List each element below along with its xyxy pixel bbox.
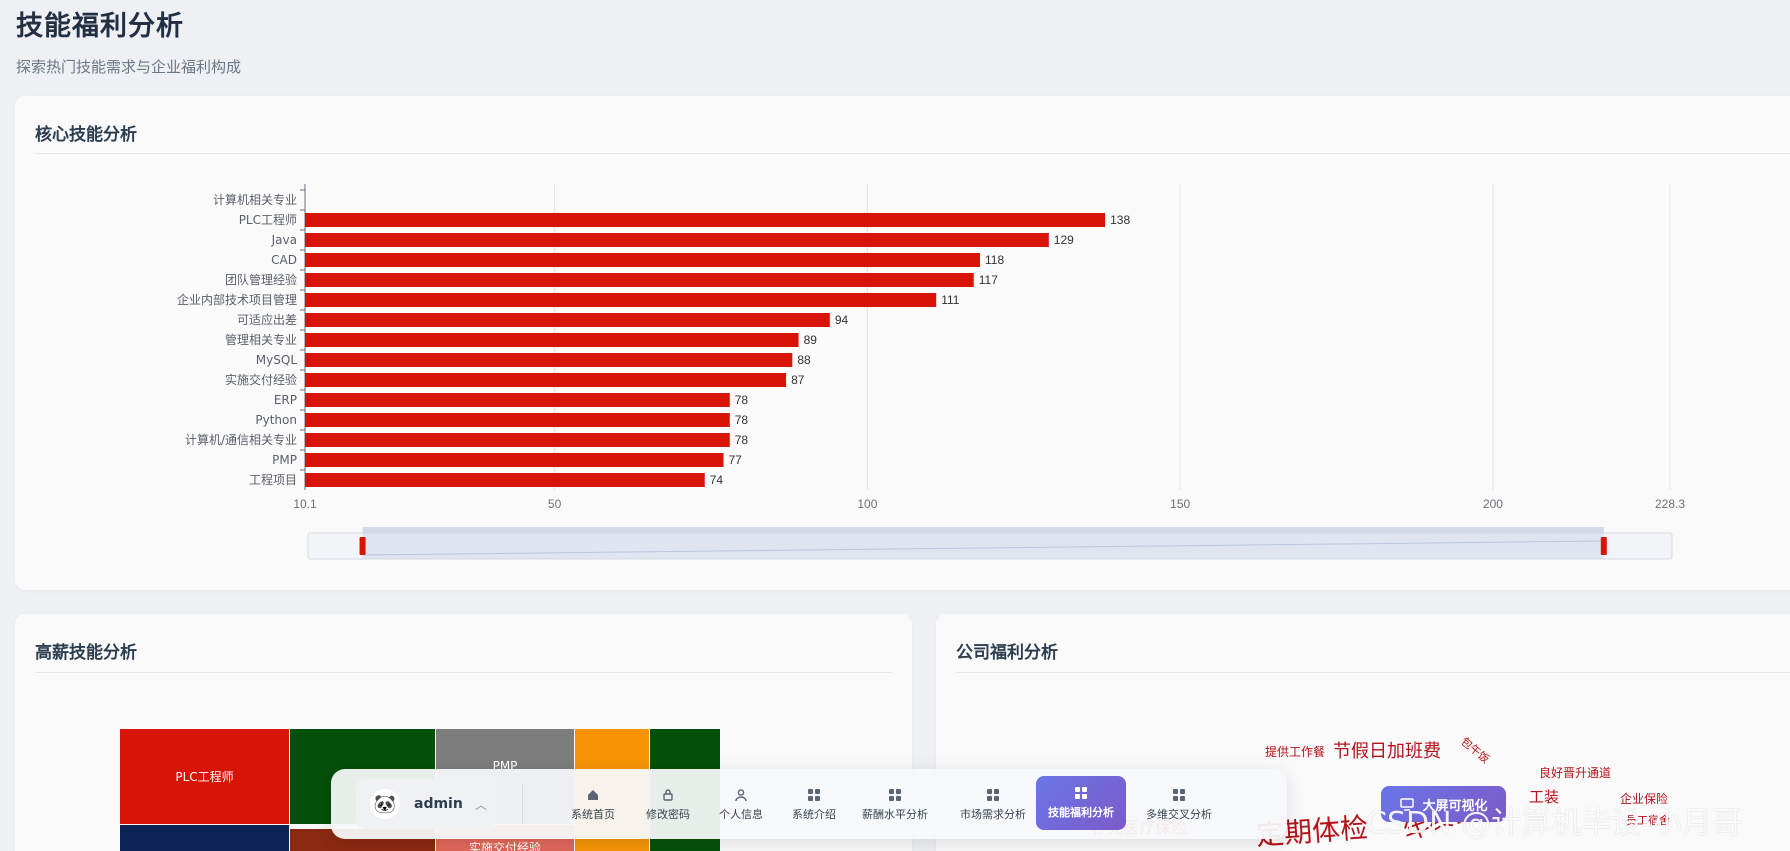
- bar-data-label: 89: [804, 333, 818, 347]
- grid-icon: [1173, 789, 1185, 801]
- bar-data-label: 117: [979, 273, 998, 287]
- nav-item-1[interactable]: 系统首页: [559, 781, 627, 829]
- bar: [305, 253, 980, 267]
- bar-data-label: 78: [735, 413, 749, 427]
- grid-icon: [1075, 787, 1087, 799]
- nav-item-label: 系统介绍: [792, 808, 836, 821]
- nav-item-8[interactable]: 多维交叉分析: [1134, 781, 1224, 829]
- bar: [305, 293, 937, 307]
- nav-item-label: 多维交叉分析: [1146, 808, 1212, 821]
- bar-data-label: 88: [797, 353, 811, 367]
- y-tick-label: 工程项目: [249, 472, 297, 487]
- bar: [305, 233, 1049, 247]
- bar: [305, 273, 974, 287]
- company-welfare-title: 公司福利分析: [956, 643, 1058, 663]
- bottom-nav-dock: 🐼 admin ︿ 系统首页 修改密码 个人信息 系统介绍 薪酬水平分析 市场需求分析 技能…: [331, 769, 1287, 839]
- x-tick-label: 200: [1483, 497, 1503, 511]
- y-tick-label: 计算机相关专业: [213, 192, 297, 207]
- bar: [305, 393, 730, 407]
- datazoom-handle[interactable]: [1600, 537, 1607, 555]
- x-tick-label: 150: [1170, 497, 1190, 511]
- grid-icon: [987, 789, 999, 801]
- y-tick-label: ERP: [274, 393, 297, 407]
- bar: [305, 333, 799, 347]
- y-tick-label: 企业内部技术项目管理: [177, 292, 297, 307]
- high-salary-skills-title: 高薪技能分析: [35, 643, 137, 663]
- bar: [305, 473, 705, 487]
- bar: [305, 373, 787, 387]
- y-tick-label: PMP: [272, 453, 297, 467]
- page-header: 技能福利分析 探索热门技能需求与企业福利构成: [16, 4, 241, 77]
- bar-data-label: 78: [735, 393, 749, 407]
- grid-icon: [808, 789, 820, 801]
- word-cloud-word: 包午饭: [1458, 734, 1492, 766]
- y-tick-label: 团队管理经验: [225, 272, 297, 287]
- nav-item-label: 系统首页: [571, 808, 615, 821]
- bar: [305, 413, 730, 427]
- y-tick-label: 管理相关专业: [225, 332, 297, 347]
- nav-item-label: 薪酬水平分析: [862, 808, 928, 821]
- nav-item-label: 市场需求分析: [960, 808, 1026, 821]
- nav-item-5[interactable]: 薪酬水平分析: [850, 781, 940, 829]
- bar-data-label: 77: [729, 453, 743, 467]
- page-title: 技能福利分析: [16, 11, 184, 42]
- bar: [305, 313, 830, 327]
- page-subtitle: 探索热门技能需求与企业福利构成: [16, 58, 242, 76]
- y-tick-label: 可适应出差: [237, 312, 297, 327]
- user-icon: [735, 789, 747, 802]
- nav-item-label: 技能福利分析: [1048, 806, 1114, 819]
- core-skills-card: 核心技能分析 10.1 50 100 150 200 228.3 计算机相关专业 PLC工程师…: [15, 96, 1790, 590]
- bar-data-label: 129: [1054, 233, 1074, 247]
- card-divider: [35, 672, 892, 673]
- word-cloud-word: 良好晋升通道: [1539, 766, 1612, 780]
- bar-data-label: 94: [835, 313, 849, 327]
- chevron-up-icon: ︿: [474, 797, 487, 812]
- y-tick-label: PLC工程师: [239, 212, 297, 227]
- nav-item-6[interactable]: 市场需求分析: [948, 781, 1038, 829]
- nav-item-4[interactable]: 系统介绍: [780, 781, 848, 829]
- bar: [305, 213, 1106, 227]
- user-name: admin: [414, 796, 463, 812]
- nav-item-2[interactable]: 修改密码: [633, 781, 703, 829]
- x-tick-label: 50: [548, 497, 562, 511]
- grid-icon: [889, 789, 901, 801]
- bar-data-label: 87: [791, 373, 805, 387]
- x-tick-label: 10.1: [293, 497, 317, 511]
- nav-item-label: 个人信息: [719, 808, 763, 821]
- x-tick-label: 100: [857, 497, 877, 511]
- nav-item-7[interactable]: 技能福利分析: [1036, 776, 1126, 830]
- datazoom-top-bar: [362, 527, 1604, 533]
- nav-item-3[interactable]: 个人信息: [709, 781, 773, 829]
- user-menu[interactable]: 🐼 admin ︿: [356, 779, 494, 829]
- y-tick-label: Python: [255, 413, 297, 427]
- bar-data-label: 138: [1110, 213, 1130, 227]
- core-skills-bar-chart: 10.1 50 100 150 200 228.3 计算机相关专业 PLC工程师 138 Java…: [177, 184, 1685, 560]
- word-cloud-word: 提供工作餐: [1265, 745, 1326, 759]
- datazoom-handle[interactable]: [359, 537, 366, 555]
- card-divider: [956, 672, 1790, 673]
- y-tick-label: 计算机/通信相关专业: [185, 432, 297, 447]
- datazoom-selection: [362, 533, 1604, 559]
- word-cloud-word: 节假日加班费: [1333, 741, 1441, 762]
- bar-data-label: 74: [710, 473, 724, 487]
- home-icon: [588, 790, 598, 800]
- y-tick-label: Java: [271, 233, 297, 247]
- y-tick-label: CAD: [271, 253, 297, 267]
- panda-icon: 🐼: [370, 789, 400, 819]
- y-tick-label: MySQL: [256, 353, 298, 367]
- nav-item-label: 修改密码: [646, 808, 690, 821]
- x-tick-label: 228.3: [1655, 497, 1685, 511]
- bar-data-label: 111: [941, 293, 960, 307]
- bar-data-label: 78: [735, 433, 749, 447]
- lock-icon: [663, 789, 673, 801]
- bar: [305, 453, 724, 467]
- csdn-watermark: CSDN @计算机毕设-小月哥: [1366, 806, 1742, 841]
- y-tick-label: 实施交付经验: [225, 372, 297, 387]
- treemap-cell[interactable]: PLC工程师: [120, 729, 290, 825]
- bar: [305, 353, 793, 367]
- treemap-cell[interactable]: [120, 825, 290, 851]
- bar-data-label: 118: [985, 253, 1004, 267]
- bar: [305, 433, 730, 447]
- dock-divider: [522, 784, 523, 824]
